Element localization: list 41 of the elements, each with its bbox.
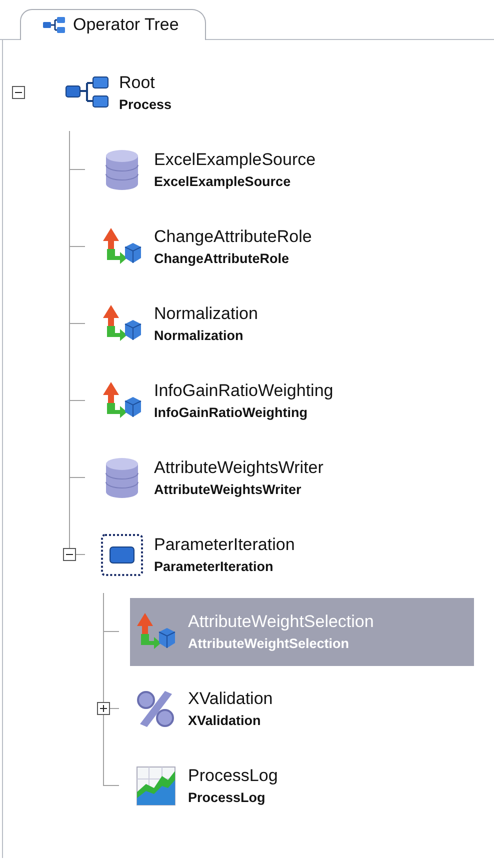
tree-node[interactable]: InfoGainRatioWeighting InfoGainRatioWeighting: [96, 366, 352, 434]
node-type: ParameterIteration: [154, 559, 274, 574]
node-name: ProcessLog: [188, 766, 278, 786]
node-name: ParameterIteration: [154, 535, 295, 555]
node-type: AttributeWeightsWriter: [154, 482, 302, 497]
expand-toggle[interactable]: [96, 702, 110, 715]
chart-icon: [134, 766, 178, 806]
tree-node[interactable]: ParameterIteration ParameterIteration: [96, 520, 313, 588]
node-type: AttributeWeightSelection: [188, 636, 350, 651]
node-type: ProcessLog: [188, 790, 266, 805]
tree-icon: [43, 17, 65, 33]
arrow-cube-icon: [100, 226, 144, 266]
node-name: ExcelExampleSource: [154, 150, 316, 170]
dashed-frame-icon: [100, 534, 144, 576]
arrow-cube-icon: [100, 380, 144, 420]
node-name: InfoGainRatioWeighting: [154, 381, 334, 401]
collapse-toggle[interactable]: [12, 86, 24, 99]
node-type: Process: [119, 97, 172, 112]
tree-node[interactable]: ExcelExampleSource ExcelExampleSource: [96, 136, 334, 204]
tree-node[interactable]: ProcessLog ProcessLog: [130, 752, 296, 820]
operator-tree-tab[interactable]: Operator Tree: [20, 9, 206, 40]
node-name: Root: [119, 73, 156, 93]
node-type: XValidation: [188, 713, 262, 728]
node-name: XValidation: [188, 689, 273, 709]
tree-node[interactable]: AttributeWeightsWriter AttributeWeightsWriter: [96, 444, 342, 512]
tree-node[interactable]: Root Process: [61, 58, 190, 126]
arrow-cube-icon: [134, 612, 178, 652]
tree-icon: [65, 74, 109, 110]
collapse-toggle[interactable]: [62, 548, 76, 561]
node-name: AttributeWeightSelection: [188, 612, 374, 632]
node-name: ChangeAttributeRole: [154, 227, 312, 247]
node-type: Normalization: [154, 328, 244, 343]
node-name: AttributeWeightsWriter: [154, 458, 324, 478]
tree-node[interactable]: ChangeAttributeRole ChangeAttributeRole: [96, 212, 330, 280]
node-name: Normalization: [154, 304, 258, 324]
tree-node[interactable]: XValidation XValidation: [130, 674, 291, 742]
node-type: InfoGainRatioWeighting: [154, 405, 308, 420]
arrow-cube-icon: [100, 304, 144, 344]
node-type: ExcelExampleSource: [154, 174, 292, 189]
tree-node[interactable]: Normalization Normalization: [96, 290, 276, 358]
node-type: ChangeAttributeRole: [154, 251, 290, 266]
